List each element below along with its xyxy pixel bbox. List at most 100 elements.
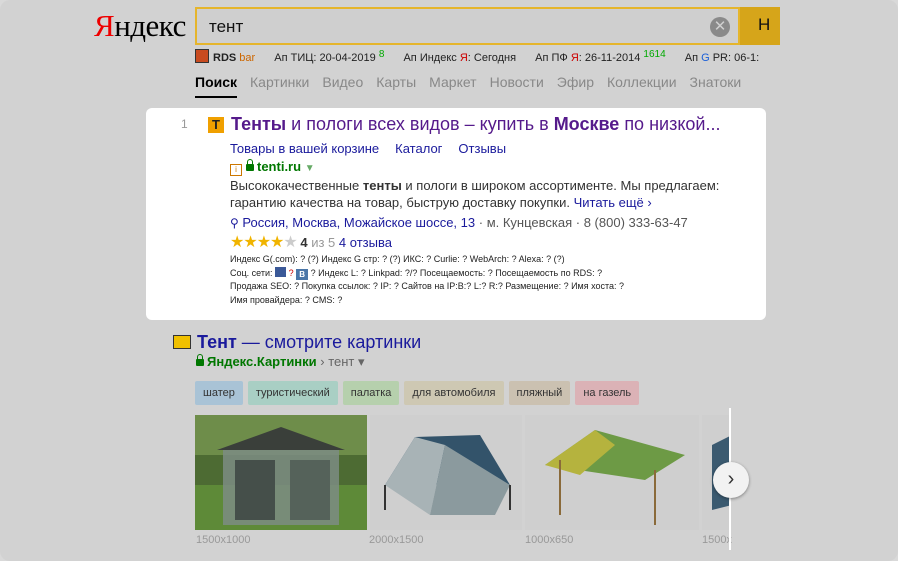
rating-value: 4: [300, 235, 308, 250]
browser-frame: Яндекс тент ✕ Н RDS bar Ап ТИЦ: 20-04-20…: [0, 0, 898, 561]
images-source-path: › тент ▾: [316, 354, 365, 369]
search-button[interactable]: Н: [740, 7, 780, 45]
rds-label: RDS: [213, 52, 237, 64]
chevron-down-icon[interactable]: ▼: [305, 163, 315, 174]
seo-info-text: ? Индекс L: ? Linkpad: ?/? Посещаемость:…: [310, 267, 603, 278]
image-strip: [195, 415, 730, 530]
tent-image-1[interactable]: [195, 415, 367, 530]
seo-info-line: Имя провайдера: ? CMS: ?: [230, 294, 343, 305]
seo-info-line: Индекс G(.com): ? (?) Индекс G стр: ? (?…: [230, 254, 565, 264]
read-more-label: Читать ещё: [573, 195, 644, 210]
search-box[interactable]: тент ✕: [195, 7, 740, 45]
metro-station: м. Кунцевская: [486, 215, 573, 230]
pf-label: Ап ПФ: [535, 52, 568, 64]
logo-rest: ндекс: [114, 8, 186, 43]
images-source[interactable]: Яндекс.Картинки › тент ▾: [196, 354, 365, 370]
close-icon[interactable]: ✕: [710, 17, 730, 37]
rating-stars-icon: ★★★★★: [230, 234, 298, 251]
tab-news[interactable]: Новости: [490, 74, 544, 96]
rds-bar-label: bar: [239, 52, 256, 64]
info-icon: i: [230, 164, 242, 176]
sitelink-catalog[interactable]: Каталог: [395, 141, 442, 156]
rds-icon: [195, 49, 209, 63]
search-tabs: Поиск Картинки Видео Карты Маркет Новости Эфир…: [195, 74, 754, 98]
tic-value: 8: [378, 49, 385, 60]
rating-of: из 5: [311, 235, 336, 250]
tic-item[interactable]: Ап ТИЦ: 20-04-2019 8: [274, 49, 385, 64]
chip[interactable]: туристический: [247, 381, 338, 405]
chevron-right-icon[interactable]: ›: [713, 462, 749, 498]
result-title-link[interactable]: Тенты и пологи всех видов – купить в Мос…: [231, 114, 720, 135]
seo-toolbar: RDS bar Ап ТИЦ: 20-04-2019 8 Ап Индекс Я…: [195, 49, 775, 64]
rds-bar-link[interactable]: RDS bar: [195, 49, 256, 64]
pr-label: Ап: [684, 52, 699, 64]
images-title-bold: Тент: [197, 332, 237, 352]
sitelink-cart[interactable]: Товары в вашей корзине: [230, 141, 379, 156]
pr-g: G: [701, 52, 710, 64]
chip[interactable]: палатка: [342, 381, 400, 405]
vk-icon: B: [296, 268, 309, 280]
snippet-text: Высококачественные: [230, 178, 363, 193]
sitelinks: Товары в вашей корзине Каталог Отзывы: [230, 141, 522, 156]
tab-search[interactable]: Поиск: [195, 74, 238, 98]
seo-info-block: Индекс G(.com): ? (?) Индекс G стр: ? (?…: [230, 253, 624, 307]
tab-images[interactable]: Картинки: [250, 74, 309, 96]
thumbs-up-icon: [275, 266, 287, 277]
index-item[interactable]: Ап Индекс Я: Сегодня: [403, 52, 516, 64]
title-part: по низкой...: [619, 114, 721, 134]
snippet-bold: тенты: [362, 178, 402, 193]
search-input[interactable]: тент: [209, 17, 243, 37]
image-size: 1500x: [702, 534, 732, 546]
tic-date: 20-04-2019: [319, 52, 376, 64]
site-favicon-icon: T: [208, 117, 224, 133]
images-title-rest: — смотрите картинки: [236, 332, 422, 352]
tab-market[interactable]: Маркет: [429, 74, 476, 96]
pf-item[interactable]: Ап ПФ Я: 26-11-2014 1614: [535, 49, 666, 64]
image-size: 2000x1500: [369, 534, 424, 546]
pr-item[interactable]: Ап G PR: 06-1:: [685, 52, 759, 64]
chip[interactable]: для автомобиля: [404, 381, 504, 405]
result-url[interactable]: i tenti.ru ▼: [230, 159, 315, 176]
image-chips: шатер туристический палатка для автомобиля п…: [195, 381, 644, 405]
sitelink-reviews[interactable]: Отзывы: [458, 141, 506, 156]
tab-collections[interactable]: Коллекции: [607, 74, 677, 96]
images-source-name: Яндекс.Картинки: [207, 354, 317, 369]
social-label: Соц. сети:: [230, 267, 273, 278]
tab-video[interactable]: Видео: [322, 74, 363, 96]
chip[interactable]: на газель: [575, 381, 640, 405]
address-line: ⚲ Россия, Москва, Можайское шоссе, 13 · …: [230, 215, 688, 230]
tab-efir[interactable]: Эфир: [557, 74, 594, 96]
tic-label: Ап ТИЦ:: [274, 52, 317, 64]
seo-info-line: Продажа SEO: ? Покупка ссылок: ? IP: ? С…: [230, 281, 625, 291]
title-part: Москве: [553, 114, 620, 134]
index-value: : Сегодня: [467, 52, 517, 64]
separator: ·: [572, 215, 584, 230]
tent-image-2[interactable]: [370, 415, 522, 530]
pf-ya: Я: [570, 52, 579, 64]
seo-info-line: Соц. сети: ? B ? Индекс L: ? Linkpad: ?/…: [230, 266, 624, 281]
result-snippet: Высококачественные тенты и пологи в широ…: [230, 177, 730, 211]
separator: ·: [478, 215, 487, 230]
image-icon: [173, 335, 191, 349]
read-more-link[interactable]: Читать ещё ›: [574, 195, 652, 210]
image-size: 1000x650: [525, 534, 574, 546]
index-label: Ап Индекс: [403, 52, 457, 64]
tent-image-3[interactable]: [525, 415, 699, 530]
pf-date: : 26-11-2014: [578, 52, 641, 64]
rating-line: ★★★★★ 4 из 5 4 отзыва: [230, 232, 392, 252]
lock-icon: [246, 159, 254, 171]
address-link[interactable]: Россия, Москва, Можайское шоссе, 13: [242, 215, 475, 230]
chip[interactable]: пляжный: [508, 381, 571, 405]
location-pin-icon: ⚲: [230, 216, 239, 230]
result-url-text: tenti.ru: [257, 159, 302, 174]
chevron-right-icon: ›: [647, 195, 652, 210]
pf-value: 1614: [643, 49, 666, 60]
tab-maps[interactable]: Карты: [376, 74, 416, 96]
search-button-label: Н: [758, 15, 771, 34]
yandex-logo[interactable]: Яндекс: [94, 8, 186, 44]
tab-znatoki[interactable]: Знатоки: [690, 74, 742, 96]
q-mark: ?: [288, 267, 294, 278]
reviews-link[interactable]: 4 отзыва: [339, 235, 392, 250]
images-title-link[interactable]: Тент — смотрите картинки: [197, 332, 421, 353]
chip[interactable]: шатер: [195, 381, 243, 405]
